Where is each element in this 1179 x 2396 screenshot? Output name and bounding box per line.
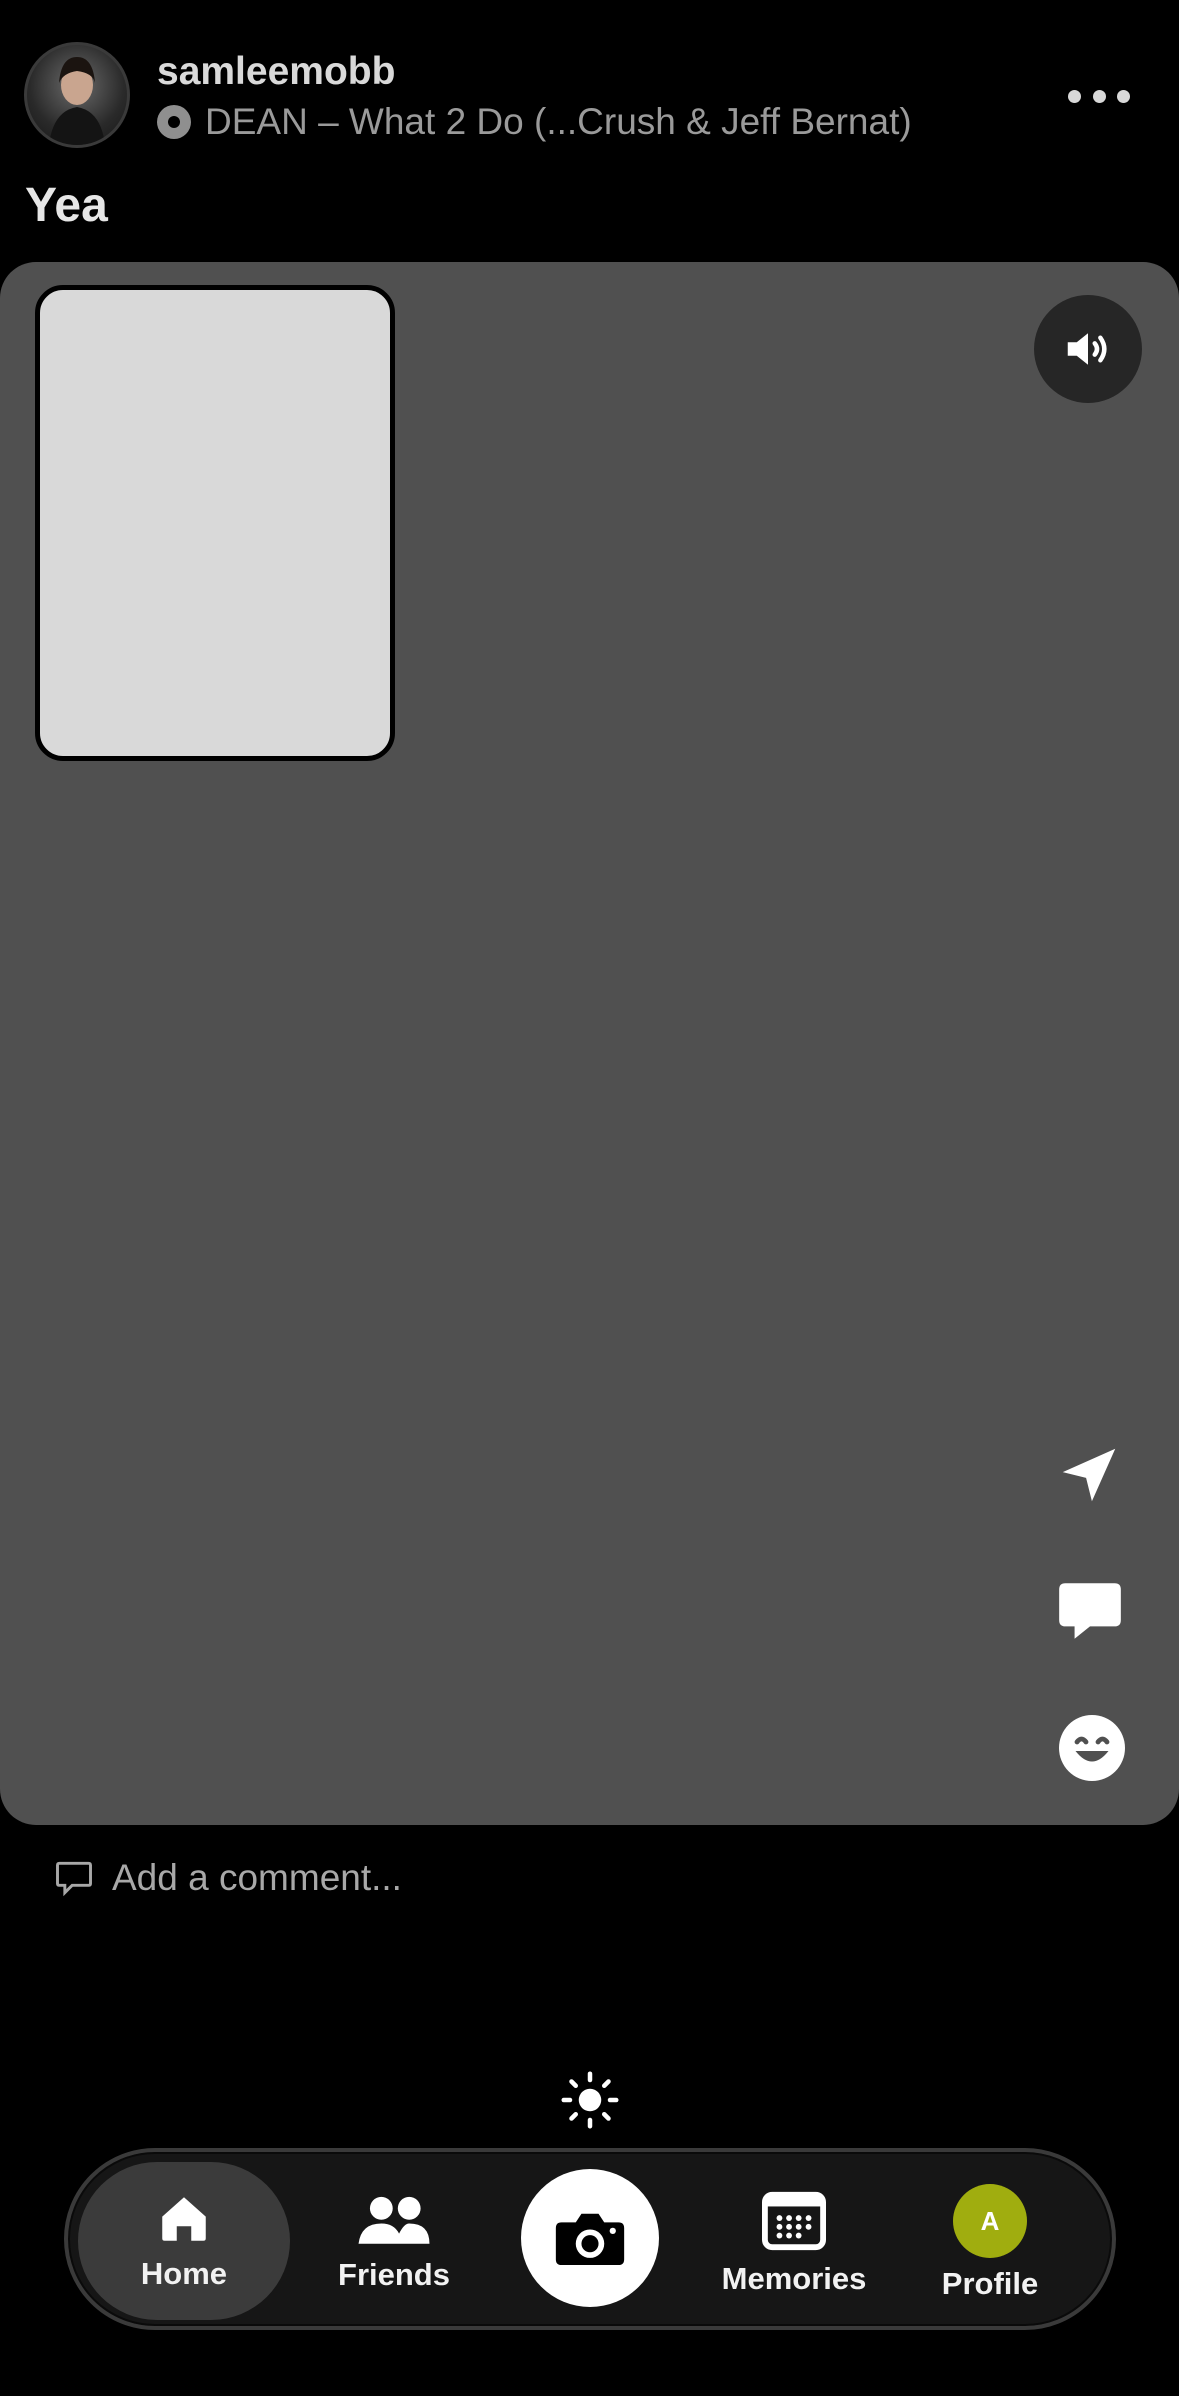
comment-icon [1059, 1583, 1121, 1639]
nav-memories[interactable]: Memories [704, 2152, 884, 2326]
username[interactable]: samleemobb [157, 50, 395, 94]
song-link[interactable]: DEAN – What 2 Do (...Crush & Jeff Bernat… [157, 100, 912, 144]
post-caption: Yea [25, 179, 108, 232]
send-icon [1062, 1448, 1116, 1502]
feed-screen: samleemobb DEAN – What 2 Do (...Crush & … [0, 0, 1179, 2396]
user-avatar[interactable] [24, 42, 130, 148]
nav-memories-label: Memories [721, 2261, 867, 2296]
music-disc-icon [157, 105, 191, 139]
comment-outline-icon [56, 1861, 92, 1897]
add-comment-field[interactable]: Add a comment... [52, 1852, 402, 1904]
nav-friends-label: Friends [338, 2257, 450, 2292]
nav-home-label: Home [140, 2256, 228, 2291]
more-options-button[interactable] [1068, 82, 1130, 110]
comment-button[interactable] [1052, 1574, 1128, 1648]
send-button[interactable] [1054, 1440, 1124, 1510]
more-horizontal-icon [1068, 89, 1081, 103]
camera-button[interactable] [521, 2169, 659, 2307]
song-title: DEAN – What 2 Do (...Crush & Jeff Bernat… [205, 101, 912, 142]
add-comment-placeholder: Add a comment... [112, 1857, 402, 1898]
front-camera-photo[interactable] [35, 285, 395, 761]
friends-icon [358, 2196, 430, 2244]
sound-toggle-button[interactable] [1034, 295, 1142, 403]
calendar-icon [762, 2191, 826, 2251]
nav-friends[interactable]: Friends [314, 2152, 474, 2326]
smiley-icon [1059, 1715, 1125, 1781]
react-button[interactable] [1056, 1712, 1128, 1784]
sun-icon [561, 2071, 619, 2129]
nav-home[interactable]: Home [78, 2162, 290, 2320]
home-icon [162, 2197, 206, 2241]
brightness-button[interactable] [560, 2070, 620, 2130]
profile-avatar: A [953, 2184, 1027, 2258]
nav-profile-label: Profile [941, 2266, 1039, 2301]
speaker-icon [1067, 333, 1107, 365]
camera-icon [555, 2213, 625, 2266]
nav-profile[interactable]: A Profile [910, 2152, 1070, 2326]
